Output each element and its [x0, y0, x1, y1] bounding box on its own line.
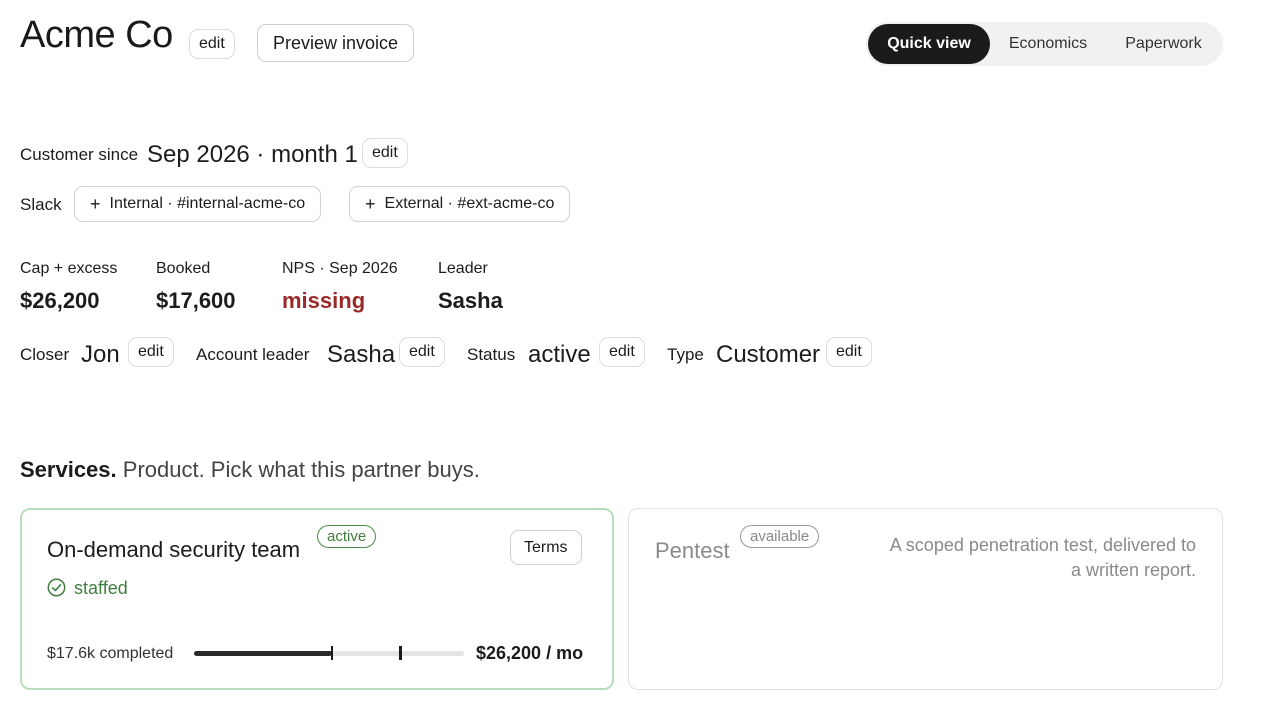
view-tabs: Quick view Economics Paperwork: [866, 22, 1223, 66]
usage-progress-bar: [194, 646, 464, 660]
completed-amount: $17.6k completed: [47, 645, 174, 662]
type-label: Type: [667, 345, 704, 364]
stat-booked-label: Booked: [156, 260, 211, 277]
staffed-status: staffed: [74, 578, 128, 598]
tab-paperwork[interactable]: Paperwork: [1106, 24, 1221, 64]
stat-leader-value: Sasha: [438, 288, 503, 313]
stat-nps-value: missing: [282, 288, 366, 313]
edit-title-button[interactable]: edit: [189, 29, 235, 59]
plus-icon: +: [365, 194, 376, 214]
monthly-price: $26,200 / mo: [476, 643, 584, 663]
customer-since-label: Customer since: [20, 145, 139, 164]
stat-cap-value: $26,200: [20, 288, 100, 313]
type-value: Customer: [716, 341, 821, 368]
slack-internal-channel-button[interactable]: + Internal · #internal-acme-co: [74, 186, 322, 222]
progress-current-marker: [331, 646, 333, 660]
preview-invoice-button[interactable]: Preview invoice: [257, 24, 415, 62]
account-leader-value: Sasha: [327, 341, 396, 368]
stat-nps-label: NPS · Sep 2026: [282, 260, 398, 277]
edit-customer-since-button[interactable]: edit: [362, 138, 408, 168]
services-title: Services.: [20, 457, 117, 482]
account-leader-label: Account leader: [196, 345, 310, 364]
stat-booked-value: $17,600: [156, 288, 236, 313]
status-label: Status: [467, 345, 516, 364]
service-description: A scoped penetration test, delivered to …: [889, 535, 1196, 580]
slack-internal-channel-label: Internal · #internal-acme-co: [109, 195, 306, 212]
tab-economics[interactable]: Economics: [990, 24, 1106, 64]
service-card-name: Pentest: [655, 538, 730, 563]
stat-leader-label: Leader: [438, 260, 488, 277]
plus-icon: +: [90, 194, 101, 214]
service-card-name: On-demand security team: [47, 537, 301, 562]
customer-since-value: Sep 2026 · month 1: [147, 141, 358, 168]
slack-external-channel-label: External · #ext-acme-co: [384, 195, 555, 212]
status-badge: active: [317, 525, 377, 548]
edit-type-button[interactable]: edit: [826, 337, 872, 367]
status-badge: available: [740, 525, 820, 548]
closer-value: Jon: [81, 341, 120, 368]
terms-button[interactable]: Terms: [510, 530, 582, 565]
stat-cap-label: Cap + excess: [20, 260, 118, 277]
services-heading: Services. Product. Pick what this partne…: [20, 457, 480, 483]
page-title: Acme Co: [20, 14, 173, 56]
closer-label: Closer: [20, 345, 70, 364]
usage-progress-fill: [194, 651, 332, 656]
progress-cap-marker: [399, 646, 402, 660]
edit-status-button[interactable]: edit: [599, 337, 645, 367]
services-subtitle: Product. Pick what this partner buys.: [122, 457, 480, 482]
edit-closer-button[interactable]: edit: [128, 337, 174, 367]
check-circle-icon: [47, 578, 66, 597]
slack-external-channel-button[interactable]: + External · #ext-acme-co: [349, 186, 571, 222]
tab-quick-view[interactable]: Quick view: [868, 24, 990, 64]
edit-account-leader-button[interactable]: edit: [399, 337, 445, 367]
status-value: active: [528, 341, 591, 368]
slack-label: Slack: [20, 195, 62, 214]
